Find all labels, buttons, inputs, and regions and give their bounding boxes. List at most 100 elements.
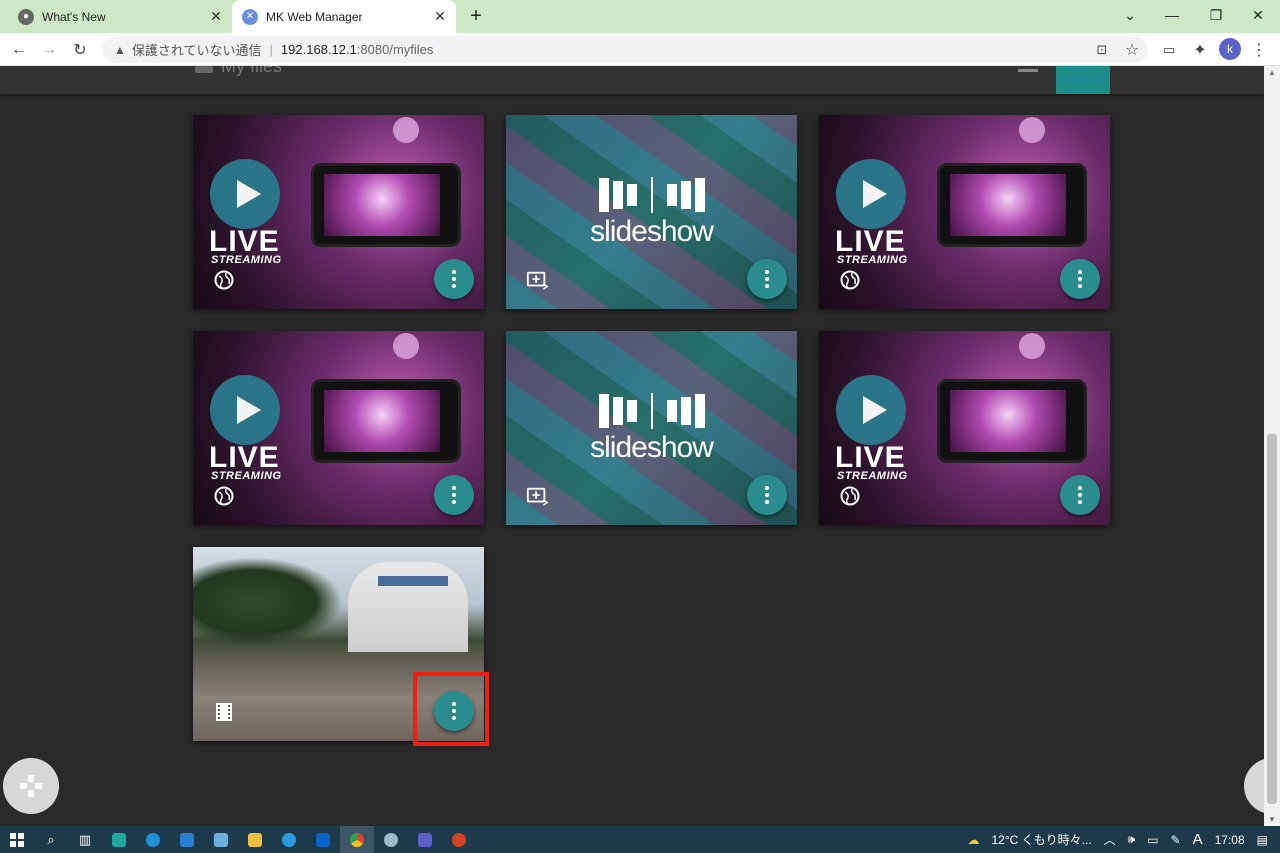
file-menu-button[interactable] [1060,259,1100,299]
file-card[interactable]: slideshow [506,331,797,525]
edge-icon[interactable] [136,826,170,853]
thumbnail-bokeh [393,333,419,359]
grid-view-button[interactable] [1056,66,1110,94]
profile-avatar[interactable]: k [1219,38,1241,60]
thumbnail-title: slideshow [590,215,714,248]
globe-icon [839,485,861,507]
internet-explorer-icon[interactable] [272,826,306,853]
chevron-up-icon[interactable]: ︿ [1104,831,1116,848]
forward-arrow-icon[interactable]: → [36,37,62,63]
close-window-button[interactable]: ✕ [1236,0,1280,30]
app-icon[interactable] [374,826,408,853]
url-path: :8080/myfiles [356,42,434,57]
outlook-icon[interactable] [306,826,340,853]
list-view-icon[interactable] [1018,66,1038,72]
phone-graphic [311,379,461,463]
phone-graphic [937,379,1087,463]
ime-indicator[interactable]: A [1193,831,1203,848]
app-icon[interactable] [204,826,238,853]
tab-mk-web-manager[interactable]: ✕ MK Web Manager ✕ [232,0,456,33]
file-menu-button[interactable] [747,475,787,515]
task-view-icon[interactable]: ▥ [68,826,102,853]
weather-icon[interactable]: ☁ [967,833,979,847]
play-icon [210,159,280,229]
new-tab-button[interactable]: + [464,4,488,28]
file-menu-button[interactable] [747,259,787,299]
slideshow-logo-bar [599,394,609,428]
slideshow-logo-bar [627,400,637,422]
browser-menu-icon[interactable]: ⋮ [1246,37,1272,63]
pen-icon[interactable]: ✎ [1171,833,1181,847]
cast-icon[interactable]: ▭ [1156,37,1182,63]
thumbnail-building [348,562,468,652]
translate-icon[interactable]: ⊡ [1089,37,1115,63]
close-tab-icon[interactable]: ✕ [430,7,450,27]
file-card[interactable]: LIVE STREAMING [819,115,1110,309]
bookmark-star-icon[interactable]: ☆ [1119,37,1145,63]
file-menu-button[interactable] [1060,475,1100,515]
slideshow-logo [584,393,720,429]
search-icon[interactable]: ⌕ [34,826,68,853]
address-bar[interactable]: ▲ 保護されていない通信 | 192.168.12.1:8080/myfiles [102,36,1148,63]
thumbnail-title: LIVE [209,441,280,474]
battery-icon[interactable]: ▭ [1147,833,1158,847]
warning-icon[interactable]: ▲ [114,43,126,57]
omnibox-divider: | [269,42,273,57]
file-card[interactable]: LIVE STREAMING [819,331,1110,525]
file-card[interactable]: slideshow [506,115,797,309]
volume-icon[interactable]: 🕪 [1128,832,1136,847]
thumbnail-subtitle: STREAMING [211,470,282,482]
side-menu-fab-button[interactable] [1244,758,1264,814]
thumbnail-title: LIVE [835,225,906,258]
slideshow-logo-divider [651,177,653,213]
thumbnail-title: slideshow [590,431,714,464]
thumbnail-subtitle: STREAMING [837,254,908,266]
app-icon[interactable] [102,826,136,853]
app-header: My files [0,66,1264,94]
file-explorer-icon[interactable] [238,826,272,853]
close-tab-icon[interactable]: ✕ [206,7,226,27]
teams-icon[interactable] [408,826,442,853]
file-card[interactable]: LIVE STREAMING [193,331,484,525]
scroll-up-icon[interactable]: ▲ [1268,68,1276,77]
page-scrollbar[interactable]: ▲ ▼ [1264,66,1280,826]
film-icon [213,701,235,723]
slideshow-logo-bar [627,184,637,206]
thumbnail-trees [193,557,343,647]
folder-icon [195,66,213,73]
tab-title: MK Web Manager [266,9,363,24]
chrome-taskbar-icon[interactable] [340,826,374,853]
gamepad-fab-button[interactable] [3,758,59,814]
slideshow-logo-bar [695,178,705,212]
scrollbar-thumb[interactable] [1267,434,1277,804]
security-label: 保護されていない通信 [131,43,262,58]
store-icon[interactable] [170,826,204,853]
notification-icon[interactable]: ▤ [1257,833,1268,847]
slideshow-logo-bar [667,400,677,422]
scroll-down-icon[interactable]: ▼ [1268,815,1276,824]
thumbnail-bokeh [393,117,419,143]
clock[interactable]: 17:08 [1215,833,1245,847]
tab-search-chevron-icon[interactable]: ⌄ [1108,0,1152,30]
play-icon [836,159,906,229]
app-favicon-icon: ✕ [242,8,258,25]
restore-button[interactable]: ❐ [1194,0,1238,30]
weather-text[interactable]: 12°C くもり時々... [991,831,1091,848]
thumbnail-bokeh [1019,117,1045,143]
extensions-puzzle-icon[interactable]: ✦ [1187,37,1213,63]
thumbnail-title: LIVE [835,441,906,474]
minimize-button[interactable]: — [1150,0,1194,30]
file-menu-button[interactable] [434,259,474,299]
page-content: My files LIVE STREAMING slideshow LIVE S… [0,66,1264,826]
system-tray: ☁ 12°C くもり時々... ︿ 🕪 ▭ ✎ A 17:08 ▤ [961,826,1280,853]
back-arrow-icon[interactable]: ← [6,37,32,63]
file-menu-button[interactable] [434,475,474,515]
reload-icon[interactable]: ↻ [67,37,93,63]
windows-taskbar: ⌕ ▥ ☁ 12°C くもり時々... ︿ 🕪 ▭ ✎ A 17:08 ▤ [0,826,1280,853]
windows-start-icon[interactable] [0,826,34,853]
powerpoint-icon[interactable] [442,826,476,853]
slideshow-logo-bar [681,181,691,209]
file-card[interactable]: LIVE STREAMING [193,115,484,309]
tab-whats-new[interactable]: ● What's New ✕ [8,0,232,33]
browser-toolbar: ← → ↻ ▲ 保護されていない通信 | 192.168.12.1:8080/m… [0,33,1280,66]
